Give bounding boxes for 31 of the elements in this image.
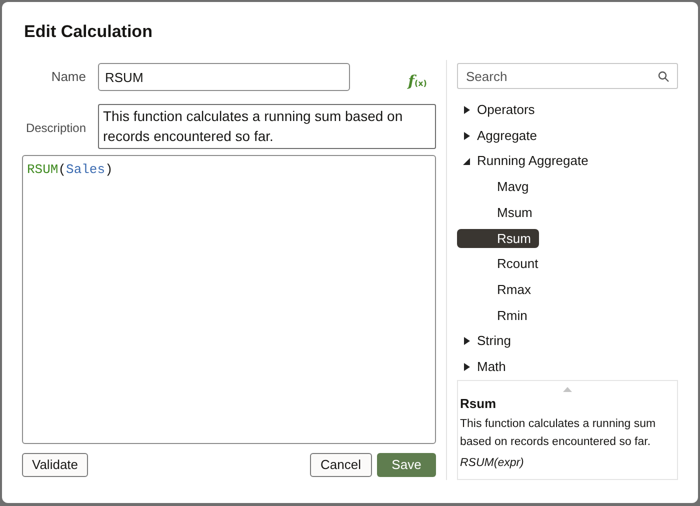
expand-triangle-icon[interactable] [463, 104, 471, 115]
collapse-triangle-icon[interactable] [463, 156, 471, 166]
description-field[interactable]: This function calculates a running sum based on records encountered so far. [98, 104, 436, 149]
save-button[interactable]: Save [377, 453, 436, 477]
name-field[interactable]: RSUM [98, 63, 350, 91]
cancel-button[interactable]: Cancel [310, 453, 372, 477]
dialog-title: Edit Calculation [24, 21, 152, 43]
help-syntax: RSUM(expr) [460, 456, 525, 470]
expression-editor[interactable]: RSUM(Sales) [22, 155, 436, 444]
tree-item[interactable]: String [477, 331, 511, 351]
validate-button[interactable]: Validate [22, 453, 88, 477]
tree-item[interactable]: Msum [497, 202, 532, 222]
tree-item[interactable]: Rsum [457, 228, 539, 248]
function-button[interactable]: f(x) [406, 70, 429, 94]
expand-triangle-icon[interactable] [463, 336, 471, 346]
field-label: Description [24, 120, 86, 137]
field-label: Name [50, 68, 86, 86]
help-description: This function calculates a running sum based on records encountered so far. [460, 416, 657, 450]
tree-item[interactable]: Aggregate [477, 126, 537, 146]
tree-item[interactable]: Running Aggregate [477, 151, 588, 171]
tree-item[interactable]: Rmin [497, 306, 528, 326]
expand-triangle-icon[interactable] [463, 130, 471, 141]
tree-item[interactable]: Rcount [497, 254, 538, 274]
help-title: Rsum [460, 395, 498, 413]
search-field[interactable]: Search [457, 63, 678, 89]
tree-item[interactable]: Operators [477, 100, 535, 120]
tree-item[interactable]: Math [477, 356, 506, 376]
tree-item[interactable]: Rmax [497, 280, 531, 300]
tree-item[interactable]: Mavg [497, 177, 529, 197]
search-icon [658, 71, 669, 82]
expand-triangle-icon[interactable] [463, 362, 471, 372]
